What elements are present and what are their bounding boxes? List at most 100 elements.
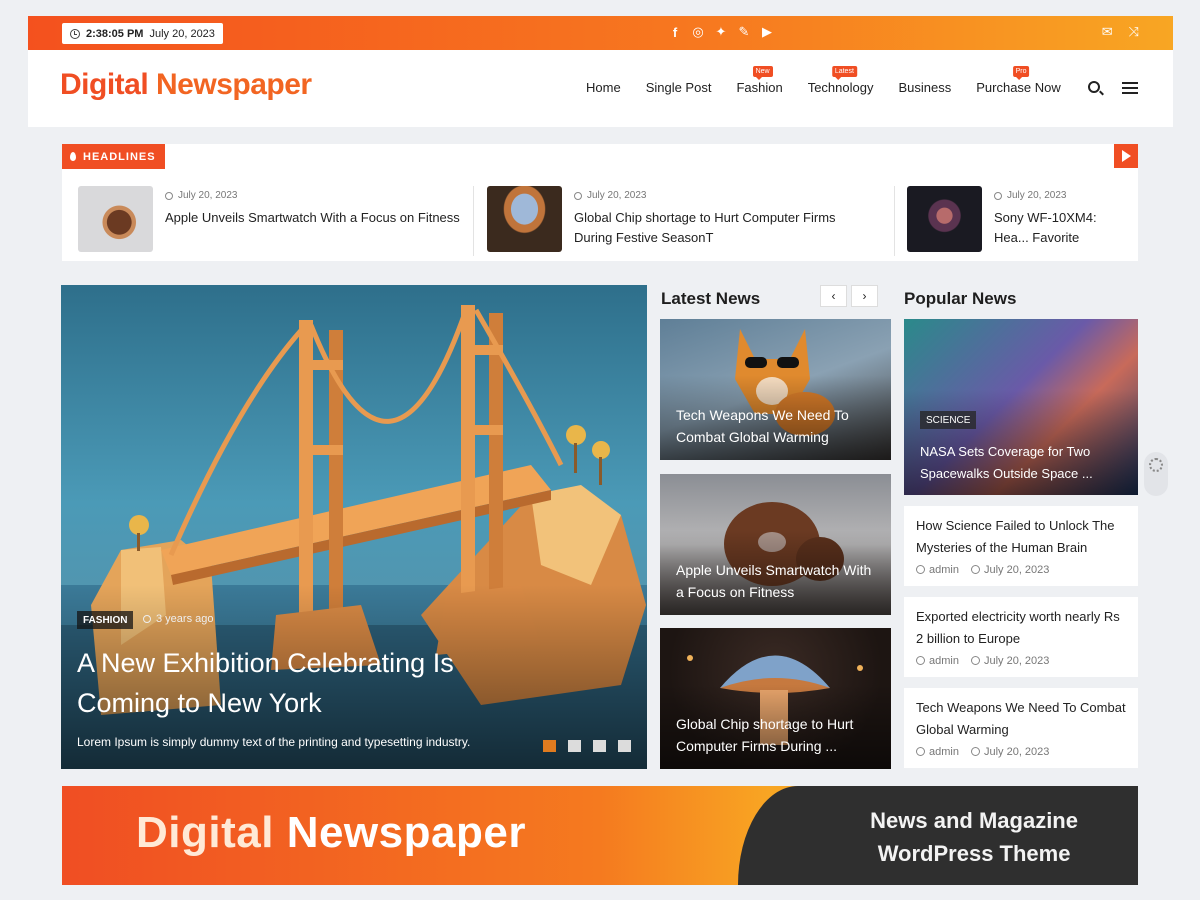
prev-arrow-button[interactable]: ‹ <box>820 285 847 307</box>
clock-icon <box>994 191 1002 200</box>
banner-logo: Digital Newspaper <box>136 808 526 858</box>
headline-date: July 20, 2023 <box>165 190 465 201</box>
author[interactable]: admin <box>916 746 959 758</box>
popular-item-meta: admin July 20, 2023 <box>916 746 1126 758</box>
card-title[interactable]: Apple Unveils Smartwatch With a Focus on… <box>676 559 876 603</box>
banner-line-1: News and Magazine <box>870 808 1078 833</box>
facebook-icon[interactable]: f <box>668 24 682 40</box>
nav-label: Technology <box>807 80 874 95</box>
nav-label: Purchase Now <box>976 80 1061 95</box>
headlines-label: HEADLINES <box>62 144 165 169</box>
popular-news-item[interactable]: How Science Failed to Unlock The Mysteri… <box>904 506 1138 586</box>
current-time: 2:38:05 PM <box>86 27 144 40</box>
instagram-icon[interactable]: ◎ <box>691 24 705 40</box>
social-links: f ◎ ✦ ✎ ▶ <box>668 24 774 40</box>
author[interactable]: admin <box>916 655 959 667</box>
nav-home[interactable]: Home <box>586 80 621 95</box>
popular-item-title[interactable]: Exported electricity worth nearly Rs 2 b… <box>916 606 1126 650</box>
headline-item[interactable]: July 20, 2023 Global Chip shortage to Hu… <box>487 186 864 256</box>
settings-tab[interactable] <box>1144 452 1168 496</box>
hero-description: Lorem Ipsum is simply dummy text of the … <box>77 735 471 749</box>
headline-item[interactable]: July 20, 2023 Apple Unveils Smartwatch W… <box>78 186 465 256</box>
mail-icon[interactable]: ✉ <box>1102 24 1113 40</box>
nav-business[interactable]: Business <box>898 80 951 95</box>
author-name: admin <box>929 655 959 667</box>
promo-banner[interactable]: Digital Newspaper News and Magazine Word… <box>62 786 1138 885</box>
banner-logo-word-2: Newspaper <box>286 808 526 857</box>
clock-icon <box>70 28 80 39</box>
hero-slider[interactable]: FASHION 3 years ago A New Exhibition Cel… <box>61 285 647 769</box>
headline-thumbnail[interactable] <box>78 186 153 252</box>
date-text: July 20, 2023 <box>983 564 1050 576</box>
search-icon[interactable] <box>1088 81 1100 93</box>
twitter-icon[interactable]: ✦ <box>714 24 728 40</box>
top-bar: 2:38:05 PM July 20, 2023 f ◎ ✦ ✎ ▶ ✉ ⤨ <box>28 16 1173 50</box>
site-logo[interactable]: Digital Newspaper <box>60 68 312 102</box>
popular-news-hero[interactable]: SCIENCE NASA Sets Coverage for Two Space… <box>904 319 1138 495</box>
headline-thumbnail[interactable] <box>907 186 982 252</box>
date: July 20, 2023 <box>970 655 1050 667</box>
clock-icon <box>574 191 582 200</box>
popular-item-title[interactable]: How Science Failed to Unlock The Mysteri… <box>916 515 1126 559</box>
headline-title[interactable]: Sony WF-10XM4: Hea... Favorite <box>994 208 1134 248</box>
nav-label: Single Post <box>645 80 712 95</box>
clock-icon <box>143 615 151 623</box>
ticker-play-button[interactable] <box>1114 144 1138 168</box>
card-title[interactable]: Global Chip shortage to Hurt Computer Fi… <box>676 713 876 757</box>
nav-label: Home <box>586 80 621 95</box>
nav-badge: Pro <box>1012 66 1030 80</box>
hamburger-menu-icon[interactable] <box>1122 82 1138 94</box>
nav-purchase-now[interactable]: Pro Purchase Now <box>976 66 1061 95</box>
popular-item-title[interactable]: Tech Weapons We Need To Combat Global Wa… <box>916 697 1126 741</box>
headline-thumbnail[interactable] <box>487 186 562 252</box>
slider-dot[interactable] <box>593 740 606 752</box>
clock-icon <box>165 191 173 200</box>
latest-news-title: Latest News <box>661 289 761 308</box>
page-frame: 2:38:05 PM July 20, 2023 f ◎ ✦ ✎ ▶ ✉ ⤨ D… <box>28 16 1173 900</box>
author[interactable]: admin <box>916 564 959 576</box>
slider-dot[interactable] <box>618 740 631 752</box>
hero-time-text: 3 years ago <box>156 613 214 625</box>
category-badge[interactable]: SCIENCE <box>920 411 977 429</box>
latest-news-card[interactable]: Tech Weapons We Need To Combat Global Wa… <box>660 319 891 460</box>
vk-icon[interactable]: ✎ <box>737 24 751 40</box>
popular-hero-title[interactable]: NASA Sets Coverage for Two Spacewalks Ou… <box>920 441 1110 485</box>
nav-fashion[interactable]: New Fashion <box>736 66 783 95</box>
shuffle-icon[interactable]: ⤨ <box>1129 24 1139 40</box>
nav-badge: New <box>752 66 773 80</box>
nav-label: Fashion <box>736 80 783 95</box>
date-text: July 20, 2023 <box>983 655 1050 667</box>
latest-news-card[interactable]: Global Chip shortage to Hurt Computer Fi… <box>660 628 891 769</box>
clock-icon <box>970 747 980 756</box>
hero-category-badge[interactable]: FASHION <box>77 611 134 629</box>
latest-news-card[interactable]: Apple Unveils Smartwatch With a Focus on… <box>660 474 891 615</box>
headline-date-text: July 20, 2023 <box>1007 190 1067 201</box>
hero-title[interactable]: A New Exhibition Celebrating Is Coming t… <box>77 643 547 723</box>
clock-icon <box>970 656 980 665</box>
banner-logo-word-1: Digital <box>136 808 274 857</box>
site-header: Digital Newspaper Home Single Post New F… <box>28 50 1173 127</box>
headline-title[interactable]: Global Chip shortage to Hurt Computer Fi… <box>574 208 864 248</box>
slider-dot[interactable] <box>568 740 581 752</box>
headline-item[interactable]: July 20, 2023 Sony WF-10XM4: Hea... Favo… <box>907 186 1134 256</box>
nav-technology[interactable]: Latest Technology <box>807 66 874 95</box>
popular-item-meta: admin July 20, 2023 <box>916 655 1126 667</box>
headline-title[interactable]: Apple Unveils Smartwatch With a Focus on… <box>165 208 465 228</box>
headlines-label-text: HEADLINES <box>83 150 156 163</box>
divider <box>894 186 895 256</box>
popular-news-item[interactable]: Exported electricity worth nearly Rs 2 b… <box>904 597 1138 677</box>
divider <box>473 186 474 256</box>
youtube-icon[interactable]: ▶ <box>760 24 774 40</box>
date-text: July 20, 2023 <box>983 746 1050 758</box>
slider-dot[interactable] <box>543 740 556 752</box>
fire-icon <box>70 152 76 161</box>
logo-word-1: Digital <box>60 68 149 101</box>
card-title[interactable]: Tech Weapons We Need To Combat Global Wa… <box>676 404 876 448</box>
next-arrow-button[interactable]: › <box>851 285 878 307</box>
top-right-tools: ✉ ⤨ <box>1102 24 1139 40</box>
date: July 20, 2023 <box>970 746 1050 758</box>
popular-news-item[interactable]: Tech Weapons We Need To Combat Global Wa… <box>904 688 1138 768</box>
headline-items: July 20, 2023 Apple Unveils Smartwatch W… <box>62 186 1138 256</box>
nav-single-post[interactable]: Single Post <box>646 80 712 95</box>
user-icon <box>916 565 925 574</box>
